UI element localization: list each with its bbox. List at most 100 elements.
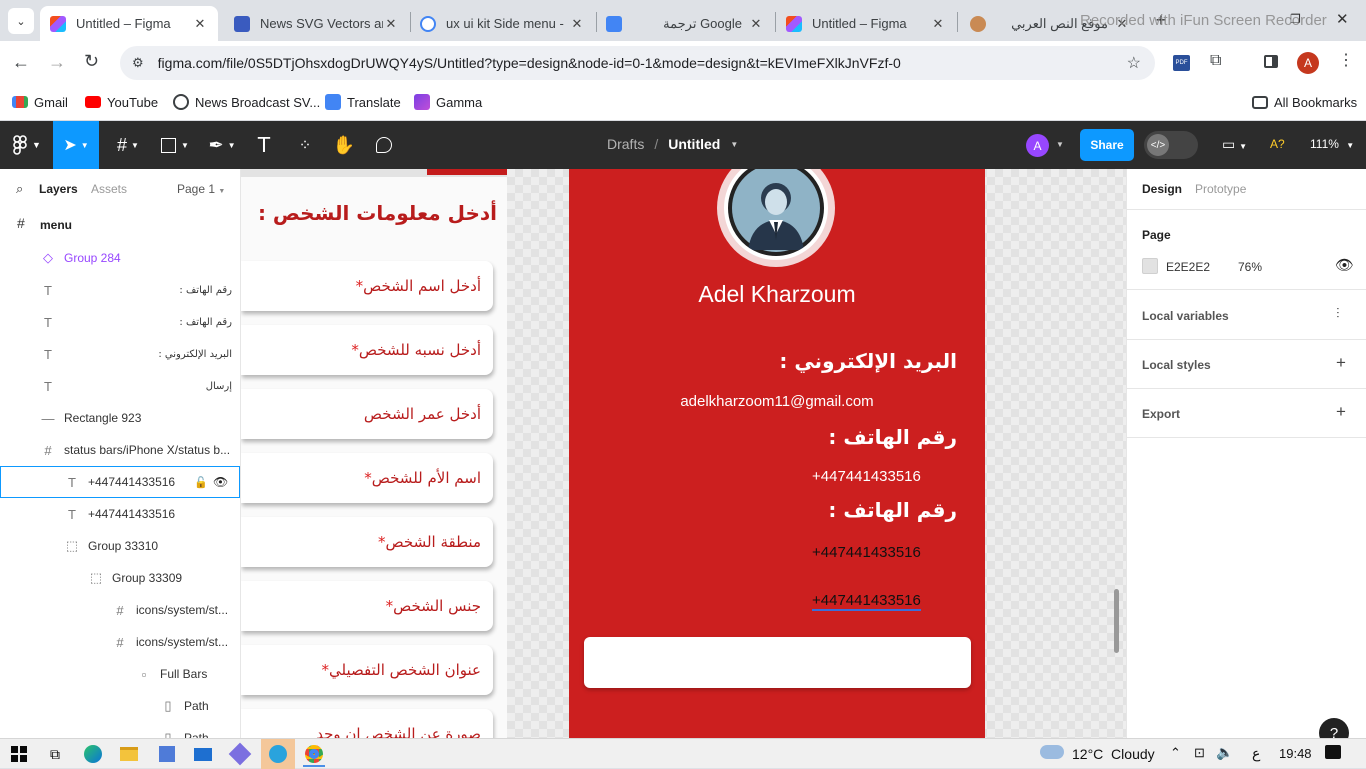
zoom-level[interactable]: 111% ▼	[1310, 137, 1354, 151]
bookmark-news-broadcast[interactable]: News Broadcast SV...	[173, 93, 320, 111]
edge-icon[interactable]	[82, 743, 104, 765]
clock[interactable]: 19:48	[1279, 746, 1312, 761]
close-icon[interactable]: ✕	[569, 16, 585, 32]
present-button[interactable]: ▭ ▼	[1222, 136, 1247, 153]
layer-row[interactable]: T رقم الهاتف :	[0, 274, 240, 306]
local-variables-section[interactable]: Local variables ⫶	[1127, 290, 1366, 340]
close-icon[interactable]: ✕	[930, 16, 946, 32]
bookmark-youtube[interactable]: YouTube	[85, 93, 158, 111]
layer-row[interactable]: # status bars/iPhone X/status b...	[0, 434, 240, 466]
page-selector[interactable]: Page 1 ▼	[177, 182, 225, 196]
restore-window-icon[interactable]: ❐	[1290, 12, 1301, 26]
bookmark-gamma[interactable]: Gamma	[414, 93, 482, 111]
address-bar[interactable]: ⚙ figma.com/file/0S5DTjOhsxdogDrUWQY4yS/…	[120, 46, 1155, 80]
side-panel-icon[interactable]	[1264, 55, 1278, 68]
root-frame-name[interactable]: menu	[40, 218, 72, 232]
form-field[interactable]: جنس الشخص *	[241, 581, 493, 631]
chevron-down-icon[interactable]: ▼	[730, 140, 738, 149]
layer-row[interactable]: ▯ Path	[0, 722, 240, 738]
pdf-extension-icon[interactable]: PDF	[1173, 55, 1190, 71]
search-icon[interactable]: ⌕	[16, 181, 23, 197]
eye-icon[interactable]: 👁	[213, 475, 228, 489]
weather-icon[interactable]	[1040, 745, 1064, 759]
network-icon[interactable]: ⊡	[1194, 745, 1205, 761]
eye-icon[interactable]: 👁	[1335, 256, 1354, 274]
form-field[interactable]: منطقة الشخص *	[241, 517, 493, 567]
mail-icon[interactable]	[192, 743, 214, 765]
layer-row[interactable]: ▫ Full Bars	[0, 658, 240, 690]
browser-tab-2[interactable]: News SVG Vectors an ✕	[224, 6, 409, 41]
breadcrumb-folder[interactable]: Drafts	[607, 136, 644, 152]
shape-tool[interactable]: ▼	[155, 121, 195, 169]
move-tool[interactable]: ➤ ▼	[53, 121, 99, 169]
store-icon[interactable]	[156, 743, 178, 765]
browser-tab-5[interactable]: Untitled – Figma ✕	[776, 6, 956, 41]
browser-tab-4[interactable]: ترجمة Google ✕	[596, 6, 774, 41]
volume-icon[interactable]: 🔈	[1216, 744, 1233, 761]
layer-row[interactable]: ⬚ Group 33310	[0, 530, 240, 562]
page-color-opacity[interactable]: 76%	[1238, 260, 1262, 274]
browser-tab-1[interactable]: Untitled – Figma ✕	[40, 6, 218, 41]
share-button[interactable]: Share	[1080, 129, 1134, 161]
form-field[interactable]: أدخل عمر الشخص	[241, 389, 493, 439]
export-section[interactable]: Export +	[1127, 389, 1366, 438]
layer-row[interactable]: # icons/system/st...	[0, 626, 240, 658]
bookmark-translate[interactable]: Translate	[325, 93, 401, 111]
layer-row[interactable]: T رقم الهاتف :	[0, 306, 240, 338]
tab-assets[interactable]: Assets	[91, 182, 127, 196]
file-explorer-icon[interactable]	[118, 743, 140, 765]
layer-row[interactable]: — Rectangle 923	[0, 402, 240, 434]
page-color-hex[interactable]: E2E2E2	[1166, 260, 1210, 274]
form-field[interactable]: صورة عن الشخص ان وجد	[241, 709, 493, 738]
more-menu-icon[interactable]: ⋮	[1338, 50, 1354, 70]
browser-tab-3[interactable]: ux ui kit Side menu - ✕	[410, 6, 595, 41]
form-field[interactable]: اسم الأم للشخص *	[241, 453, 493, 503]
comment-tool[interactable]	[370, 121, 398, 169]
bookmark-gmail[interactable]: Gmail	[12, 93, 68, 111]
pen-tool[interactable]: ✒ ▼	[202, 121, 242, 169]
collaborator-avatar[interactable]: A	[1026, 134, 1049, 157]
bookmark-star-icon[interactable]: ☆	[1127, 53, 1141, 73]
hand-tool[interactable]: ✋	[330, 121, 358, 169]
layer-row[interactable]: ⬚ Group 33309	[0, 562, 240, 594]
layer-row[interactable]: T البريد الإلكتروني :	[0, 338, 240, 370]
figma-main-menu[interactable]: ▼	[6, 121, 48, 169]
file-name[interactable]: Untitled	[668, 136, 720, 152]
close-window-icon[interactable]: ✕	[1336, 10, 1349, 28]
layer-row[interactable]: ◇ Group 284	[0, 242, 240, 274]
layer-row[interactable]: T +447441433516 🔓 👁	[0, 466, 240, 498]
frame-tool[interactable]: # ▼	[108, 121, 148, 169]
telegram-icon[interactable]	[261, 739, 295, 769]
layer-row[interactable]: # icons/system/st...	[0, 594, 240, 626]
tab-search-button[interactable]: ⌄	[8, 8, 34, 34]
plus-icon[interactable]: +	[1336, 402, 1346, 422]
variables-icon[interactable]: ⫶	[1336, 305, 1340, 322]
all-bookmarks[interactable]: All Bookmarks	[1252, 93, 1357, 111]
local-styles-section[interactable]: Local styles +	[1127, 340, 1366, 389]
unlock-icon[interactable]: 🔓	[194, 476, 208, 489]
notification-icon[interactable]	[1325, 745, 1341, 759]
tab-prototype[interactable]: Prototype	[1195, 182, 1246, 196]
form-field[interactable]: عنوان الشخص التفصيلي *	[241, 645, 493, 695]
chevron-up-icon[interactable]: ⌃	[1170, 745, 1181, 761]
layer-row[interactable]: ▯ Path	[0, 690, 240, 722]
reload-icon[interactable]: ↻	[84, 51, 99, 72]
design-canvas[interactable]: أدخل معلومات الشخص : أدخل اسم الشخص * أدخل…	[241, 169, 1126, 738]
app-icon[interactable]	[228, 742, 252, 766]
chevron-down-icon[interactable]: ▼	[1056, 140, 1064, 149]
extensions-icon[interactable]: ⧉	[1210, 52, 1221, 70]
tab-design[interactable]: Design	[1142, 182, 1182, 196]
dev-mode-toggle[interactable]: </>	[1144, 131, 1198, 159]
chrome-icon[interactable]	[303, 743, 325, 765]
form-field[interactable]: أدخل اسم الشخص *	[241, 261, 493, 311]
tab-layers[interactable]: Layers	[39, 182, 78, 196]
text-tool[interactable]: T	[250, 121, 278, 169]
weather-text[interactable]: 12°C Cloudy	[1072, 746, 1155, 762]
page-color-swatch[interactable]	[1142, 258, 1158, 274]
resources-tool[interactable]: ⁘	[290, 121, 320, 169]
plus-icon[interactable]: +	[1336, 353, 1346, 373]
site-settings-icon[interactable]: ⚙	[132, 55, 144, 71]
close-icon[interactable]: ✕	[383, 16, 399, 32]
canvas-vertical-scrollbar[interactable]	[1114, 589, 1119, 653]
profile-avatar[interactable]: A	[1297, 52, 1319, 74]
